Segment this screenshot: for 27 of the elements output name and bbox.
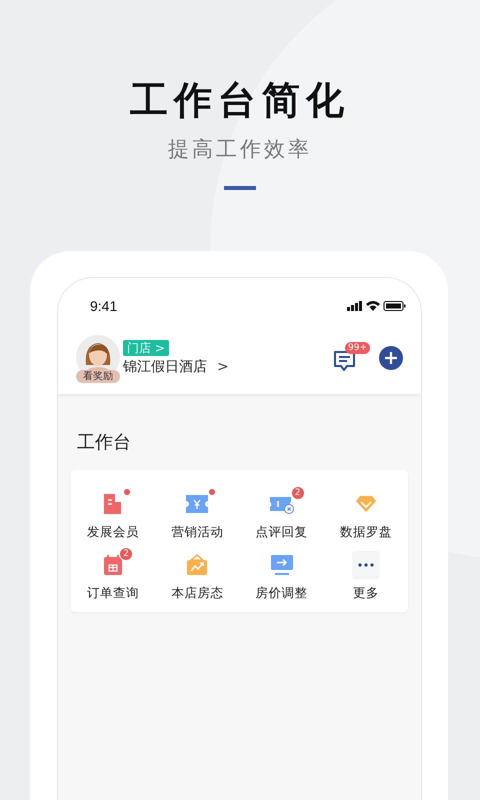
page-subtitle: 提高工作效率 (168, 136, 312, 162)
tool-item[interactable]: 发展会员 (71, 490, 156, 541)
message-icon[interactable] (333, 350, 357, 372)
tool-item[interactable]: 房价调整 (240, 551, 324, 602)
monitor-arrow-icon (270, 554, 294, 576)
status-icons (347, 300, 407, 312)
store-name[interactable]: 锦江假日酒店 (123, 358, 207, 376)
chevron-icon[interactable]: > (217, 359, 229, 375)
title-underline (224, 186, 256, 190)
add-icon[interactable] (379, 346, 403, 370)
coupon-icon (185, 494, 210, 514)
count-badge: 2 (290, 486, 305, 500)
tool-item[interactable]: 营销活动 (155, 490, 240, 541)
message-count-badge: 99+ (345, 342, 370, 354)
ticket-icon (268, 494, 295, 514)
section-title: 工作台 (76, 431, 132, 454)
count-badge: 2 (119, 547, 134, 561)
chart-board-icon (186, 554, 208, 576)
more-icon (352, 551, 380, 579)
tool-item[interactable]: 更多 (324, 551, 408, 602)
gift-calendar-icon (103, 554, 124, 576)
page-title: 工作台简化 (130, 78, 350, 122)
tool-item[interactable]: 数据罗盘 (324, 490, 408, 541)
tool-item[interactable]: 本店房态 (155, 551, 240, 602)
status-time: 9:41 (90, 298, 118, 314)
diamond-icon (354, 495, 377, 513)
reward-badge[interactable]: 看奖励 (76, 370, 120, 383)
